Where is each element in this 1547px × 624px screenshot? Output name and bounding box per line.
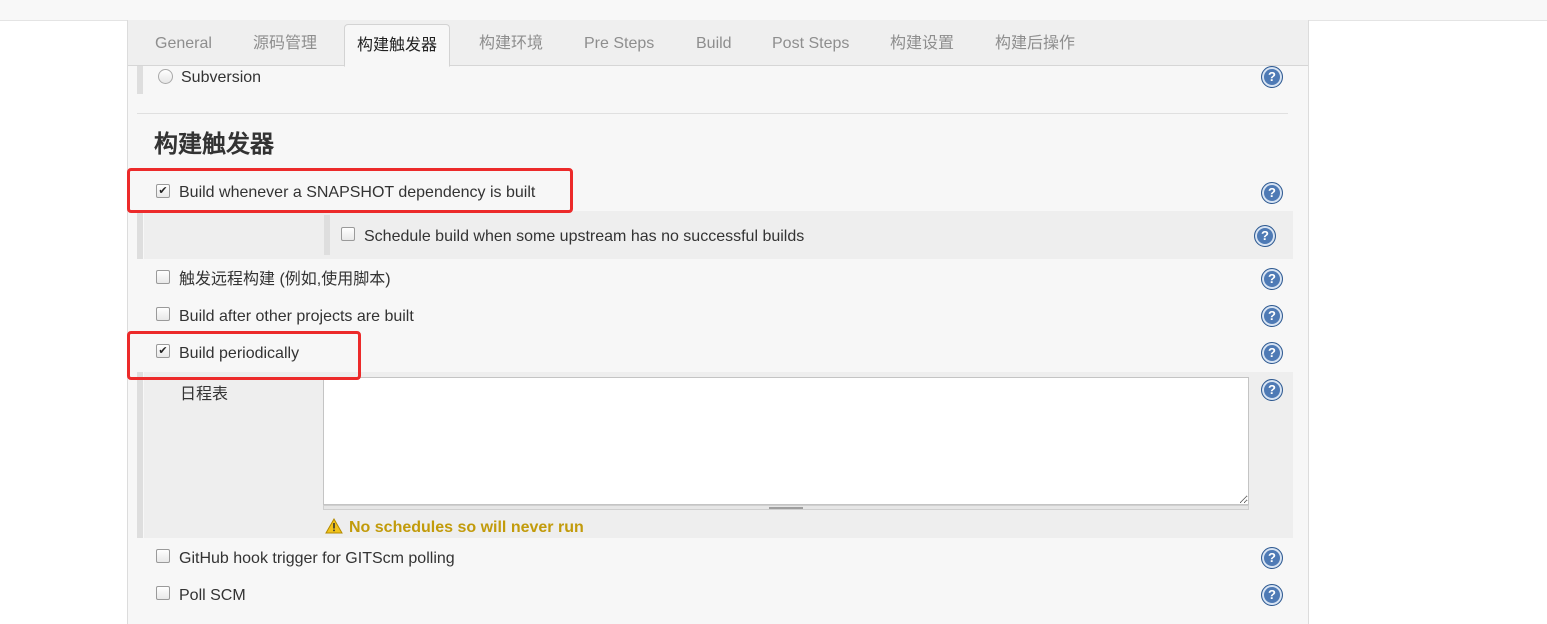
section-title-build-triggers: 构建触发器 — [154, 131, 274, 158]
github-hook-checkbox[interactable] — [156, 549, 170, 563]
help-icon[interactable]: ? — [1261, 66, 1283, 88]
config-tab-bar: General 源码管理 构建触发器 构建环境 Pre Steps Build … — [128, 20, 1308, 67]
textarea-resize-grip[interactable] — [769, 507, 803, 509]
periodic-indent-bar — [137, 372, 143, 538]
help-icon[interactable]: ? — [1261, 342, 1283, 364]
build-periodically-checkbox[interactable]: ✔ — [156, 344, 170, 358]
tab-post-build-actions[interactable]: 构建后操作 — [995, 20, 1075, 65]
snapshot-indent-bar — [137, 211, 143, 259]
tab-pre-steps[interactable]: Pre Steps — [584, 20, 654, 65]
build-after-other-checkbox[interactable] — [156, 307, 170, 321]
help-icon[interactable]: ? — [1261, 182, 1283, 204]
schedule-warning-text: No schedules so will never run — [349, 519, 584, 536]
help-icon[interactable]: ? — [1254, 225, 1276, 247]
tab-build-settings[interactable]: 构建设置 — [890, 20, 954, 65]
remote-trigger-label: 触发远程构建 (例如,使用脚本) — [179, 271, 391, 288]
section-divider — [137, 113, 1288, 114]
config-panel: General 源码管理 构建触发器 构建环境 Pre Steps Build … — [127, 20, 1309, 624]
remote-trigger-checkbox[interactable] — [156, 270, 170, 284]
poll-scm-checkbox[interactable] — [156, 586, 170, 600]
help-icon[interactable]: ? — [1261, 268, 1283, 290]
tab-build-triggers[interactable]: 构建触发器 — [344, 24, 451, 67]
upstream-no-success-checkbox[interactable] — [341, 227, 355, 241]
tab-build-environment[interactable]: 构建环境 — [479, 20, 543, 65]
build-periodically-label: Build periodically — [179, 345, 300, 362]
tab-general[interactable]: General — [155, 20, 212, 65]
schedule-label: 日程表 — [180, 386, 229, 403]
build-after-other-label: Build after other projects are built — [179, 308, 414, 325]
tab-post-steps[interactable]: Post Steps — [772, 20, 849, 65]
help-icon[interactable]: ? — [1261, 547, 1283, 569]
help-icon[interactable]: ? — [1261, 305, 1283, 327]
warning-icon — [325, 518, 343, 534]
subversion-label: Subversion — [181, 69, 262, 86]
help-icon[interactable]: ? — [1261, 584, 1283, 606]
snapshot-dependency-checkbox[interactable]: ✔ — [156, 184, 170, 198]
help-icon[interactable]: ? — [1261, 379, 1283, 401]
poll-scm-label: Poll SCM — [179, 587, 246, 604]
browser-top-strip — [0, 0, 1547, 21]
schedule-textarea[interactable] — [323, 377, 1249, 505]
tab-build[interactable]: Build — [696, 20, 732, 65]
schedule-warning: No schedules so will never run — [325, 516, 584, 538]
subversion-radio[interactable] — [158, 69, 173, 84]
upstream-no-success-label: Schedule build when some upstream has no… — [364, 228, 805, 245]
scm-indent-bar — [137, 66, 143, 94]
upstream-indent-bar — [324, 215, 330, 255]
github-hook-label: GitHub hook trigger for GITScm polling — [179, 550, 455, 567]
tab-source-code-management[interactable]: 源码管理 — [253, 20, 317, 65]
snapshot-dependency-label: Build whenever a SNAPSHOT dependency is … — [179, 184, 536, 201]
